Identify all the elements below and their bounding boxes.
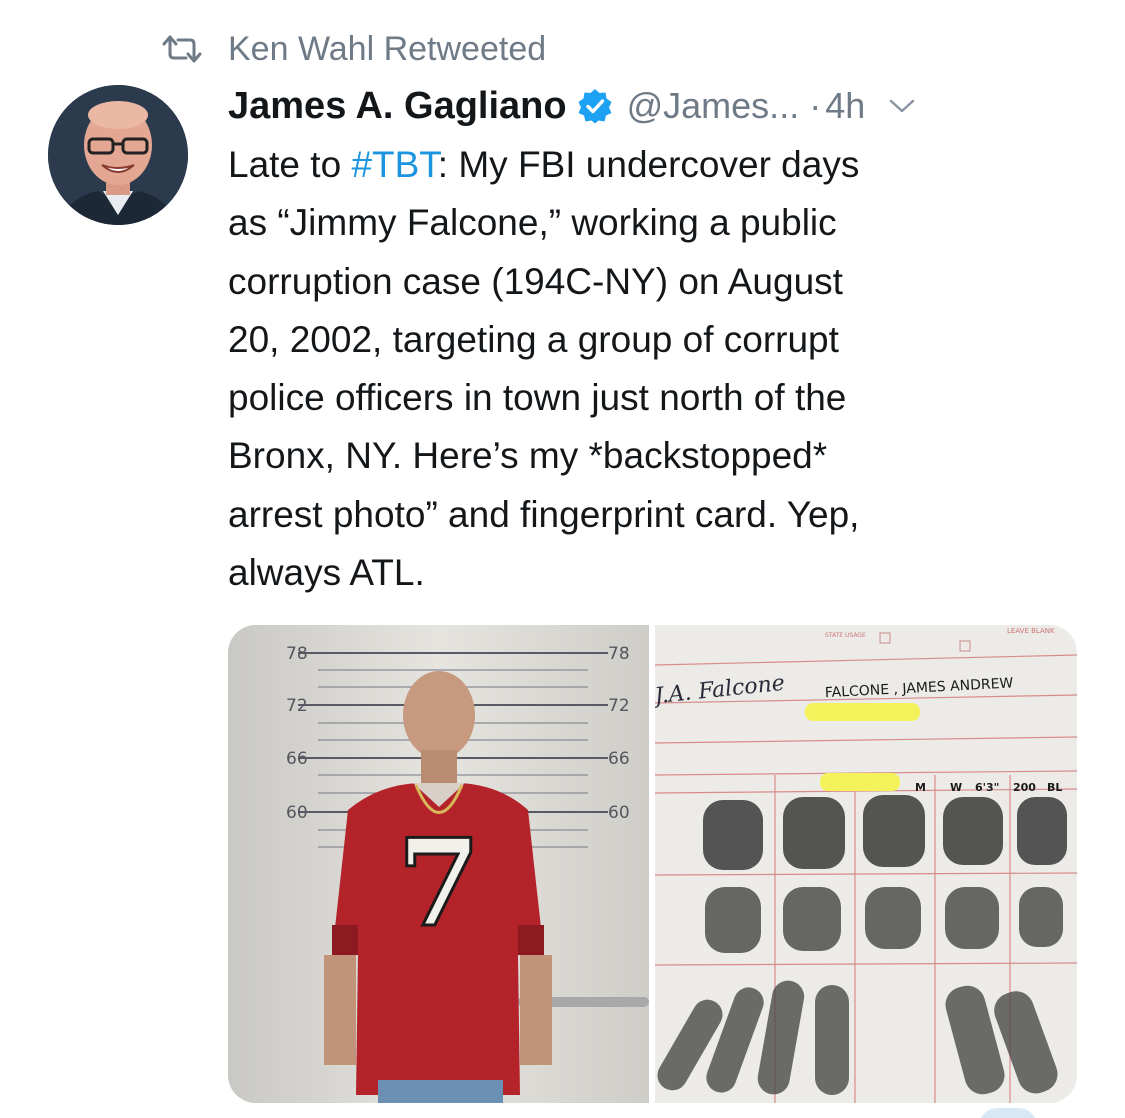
tweet-view: Ken Wahl Retweeted James A. Gagliano @Ja… (0, 0, 1125, 1118)
hashtag-link[interactable]: #TBT (351, 144, 437, 185)
tweet-text: Late to #TBT: My FBI undercover days as … (228, 136, 1088, 602)
retweet-context[interactable]: Ken Wahl Retweeted (160, 26, 546, 72)
separator-dot: · (809, 85, 822, 126)
chevron-down-icon[interactable] (887, 96, 917, 116)
eyes-field: BL (1047, 781, 1062, 794)
leave-blank-label: LEAVE BLANK (1007, 627, 1055, 635)
tweet-text-line: arrest photo” and fingerprint card. Yep, (228, 493, 860, 535)
tweet-text-line: police officers in town just north of th… (228, 377, 847, 419)
height-mark-label: 72 (286, 696, 308, 716)
state-usage-label: STATE USAGE (825, 632, 866, 639)
height-mark-label: 60 (608, 803, 630, 823)
tweet-text-line: corruption case (194C-NY) on August (228, 260, 843, 302)
tweet-text-line: as “Jimmy Falcone,” working a public (228, 202, 837, 244)
height-mark-label: 72 (608, 696, 630, 716)
weight-field: 200 (1013, 781, 1036, 794)
scroll-fab-edge[interactable] (978, 1108, 1038, 1118)
tweet-header: James A. Gagliano @James... · 4h (228, 80, 1088, 132)
mugshot-photo[interactable]: 78 78 72 72 66 66 60 60 7 (228, 625, 649, 1103)
tweet-text-fragment: Late to (228, 144, 352, 185)
avatar[interactable] (48, 85, 188, 225)
height-mark-label: 78 (286, 644, 308, 664)
tweet-text-line: 20, 2002, targeting a group of corrupt (228, 318, 839, 360)
height-field: 6'3" (975, 781, 999, 794)
height-mark-label: 66 (286, 749, 308, 769)
tweet-text-line: Bronx, NY. Here’s my *backstopped* (228, 435, 828, 477)
sex-field: M (915, 781, 926, 794)
author-handle[interactable]: @James... (627, 85, 800, 127)
tweet-text-line: Late to #TBT: My FBI undercover days (228, 136, 1088, 194)
tweet-media: 78 78 72 72 66 66 60 60 7 LEAVE BLANK ST… (228, 625, 1077, 1103)
jersey-number: 7 (397, 813, 481, 954)
height-mark-label: 66 (608, 749, 630, 769)
fingerprint-card-photo[interactable]: LEAVE BLANK STATE USAGE J.A. Falcone FAL… (649, 625, 1077, 1103)
tweet-text-line: always ATL. (228, 552, 425, 594)
author-display-name[interactable]: James A. Gagliano (228, 85, 567, 128)
retweet-icon (160, 34, 204, 64)
tweet-text-fragment: : My FBI undercover days (437, 144, 860, 185)
race-field: W (950, 781, 962, 794)
height-mark-label: 60 (286, 803, 308, 823)
verified-badge-icon (577, 88, 613, 124)
tweet-timestamp[interactable]: 4h (825, 85, 865, 127)
height-mark-label: 78 (608, 644, 630, 664)
retweet-context-label: Ken Wahl Retweeted (228, 29, 547, 68)
